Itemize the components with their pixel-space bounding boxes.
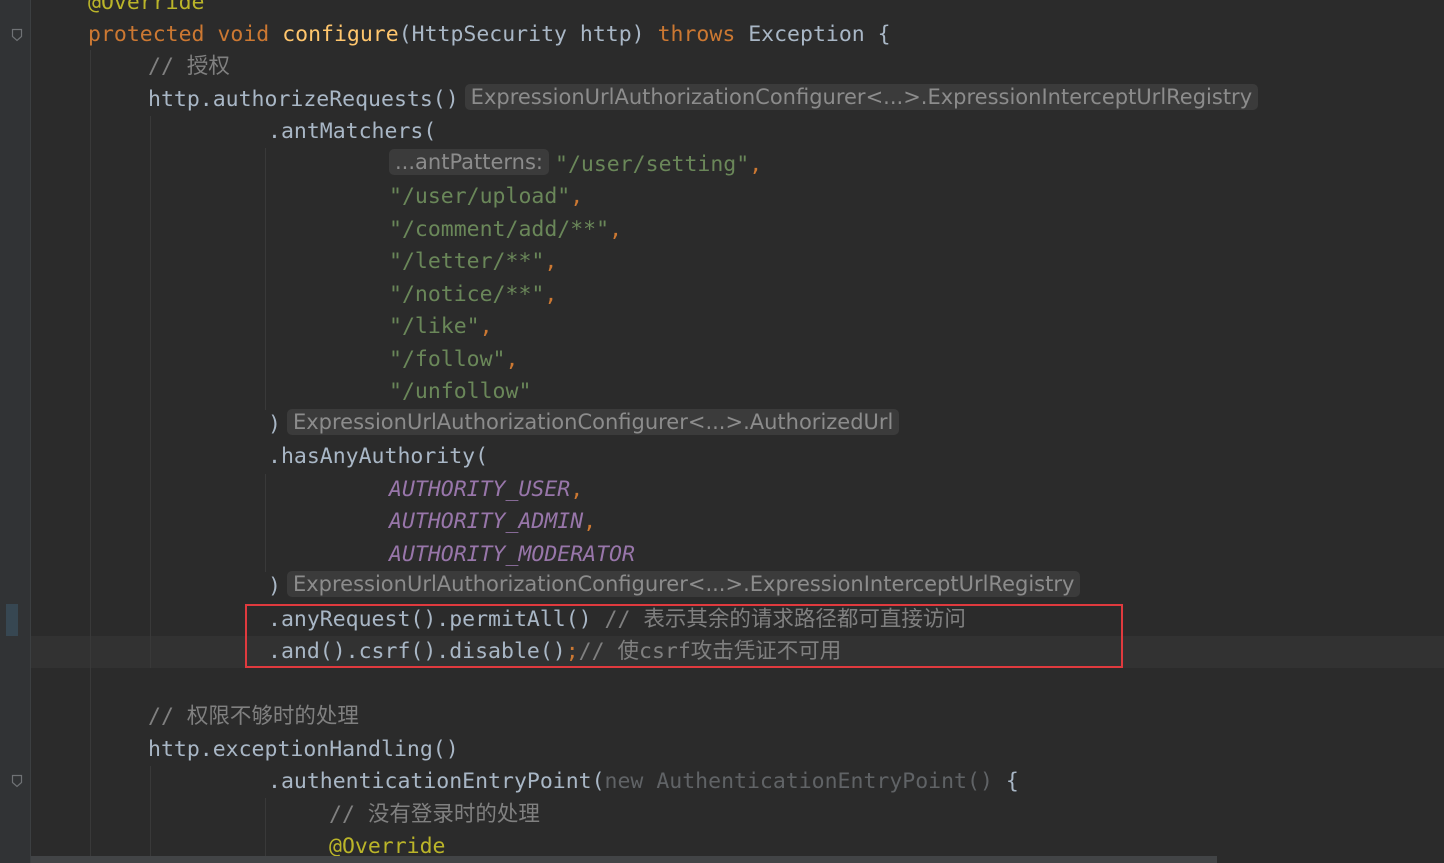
code-line-25[interactable]: .authenticationEntryPoint(new Authentica… (268, 766, 1019, 798)
string-literal: "/like" (389, 314, 480, 339)
comment-authorize: // 授权 (148, 54, 230, 79)
type-hint: ExpressionUrlAuthorizationConfigurer<...… (286, 409, 900, 435)
comma: , (749, 152, 763, 177)
indent-guide (265, 474, 266, 572)
fold-block-icon[interactable] (11, 774, 23, 788)
constant-authority-moderator: AUTHORITY_MODERATOR (389, 542, 635, 567)
code-line-19[interactable]: ) ExpressionUrlAuthorizationConfigurer<..… (268, 571, 1081, 603)
string-literal: "/user/upload" (389, 184, 571, 209)
type-hint: ExpressionUrlAuthorizationConfigurer<...… (286, 571, 1081, 597)
red-highlight-box (245, 604, 1123, 668)
indent-guide (90, 50, 91, 863)
has-any-authority-call: .hasAnyAuthority( (268, 444, 489, 469)
code-line-13[interactable]: "/unfollow" (389, 376, 531, 408)
code-line-7[interactable]: "/user/upload", (389, 181, 583, 213)
code-line-2[interactable]: protected void configure(HttpSecurity ht… (88, 19, 891, 51)
constant-authority-admin: AUTHORITY_ADMIN (389, 509, 584, 534)
keyword-void: void (217, 22, 270, 47)
comma: , (609, 217, 623, 242)
open-brace: { (992, 769, 1019, 794)
code-line-17[interactable]: AUTHORITY_ADMIN, (389, 506, 596, 538)
editor-gutter[interactable] (0, 0, 30, 863)
indent-guide (150, 766, 151, 863)
code-line-24[interactable]: http.exceptionHandling() (148, 734, 459, 766)
code-line-1[interactable]: @Override (88, 0, 205, 19)
closing-paren: ) (268, 412, 281, 437)
code-line-14[interactable]: ) ExpressionUrlAuthorizationConfigurer<..… (268, 409, 900, 441)
indent-guide (265, 148, 266, 410)
type-hint: ExpressionUrlAuthorizationConfigurer<...… (464, 84, 1259, 110)
comma: , (570, 477, 584, 502)
keyword-protected: protected (88, 22, 205, 47)
method-name-configure: configure (282, 22, 399, 47)
indent-guide (265, 798, 266, 863)
code-line-26[interactable]: // 没有登录时的处理 (329, 799, 540, 831)
code-line-3[interactable]: // 授权 (148, 51, 230, 83)
override-annotation: @Override (88, 0, 205, 15)
code-line-16[interactable]: AUTHORITY_USER, (389, 474, 583, 506)
keyword-new: new (604, 769, 644, 794)
code-line-15[interactable]: .hasAnyAuthority( (268, 441, 488, 473)
code-line-6[interactable]: ...antPatterns: "/user/setting", (389, 149, 762, 181)
authentication-entry-point-call: .authenticationEntryPoint( (268, 769, 605, 794)
horizontal-scrollbar[interactable] (31, 856, 1217, 863)
comma: , (479, 314, 493, 339)
comment-insufficient-permission: // 权限不够时的处理 (148, 704, 359, 729)
closing-paren: ) (268, 574, 281, 599)
constant-authority-user: AUTHORITY_USER (389, 477, 571, 502)
code-line-18[interactable]: AUTHORITY_MODERATOR (389, 539, 635, 571)
code-line-12[interactable]: "/follow", (389, 344, 518, 376)
comma: , (583, 509, 597, 534)
string-literal: "/notice/**" (389, 282, 545, 307)
comma: , (544, 249, 558, 274)
ant-matchers-call: .antMatchers( (268, 119, 437, 144)
anonymous-class-name: AuthenticationEntryPoint() (656, 769, 993, 794)
code-line-8[interactable]: "/comment/add/**", (389, 214, 622, 246)
fold-method-icon[interactable] (11, 28, 23, 42)
comma: , (505, 347, 519, 372)
exception-handling-call: http.exceptionHandling() (148, 737, 459, 762)
indent-guide (150, 116, 151, 668)
method-params: (HttpSecurity http) (398, 22, 645, 47)
comma: , (570, 184, 584, 209)
parameter-hint: ...antPatterns: (389, 149, 550, 175)
string-literal: "/letter/**" (389, 249, 545, 274)
authorize-requests-call: http.authorizeRequests() (148, 87, 459, 112)
code-line-4[interactable]: http.authorizeRequests() ExpressionUrlAut… (148, 84, 1259, 116)
change-marker (6, 604, 18, 636)
string-literal: "/follow" (389, 347, 506, 372)
code-line-9[interactable]: "/letter/**", (389, 246, 557, 278)
exception-type: Exception { (748, 22, 891, 47)
string-literal: "/user/setting" (555, 152, 750, 177)
comment-not-logged-in: // 没有登录时的处理 (329, 802, 540, 827)
string-literal: "/comment/add/**" (389, 217, 610, 242)
code-line-10[interactable]: "/notice/**", (389, 279, 557, 311)
comma: , (544, 282, 558, 307)
keyword-throws: throws (657, 22, 736, 47)
string-literal: "/unfollow" (389, 379, 532, 404)
gutter-separator (30, 0, 31, 863)
code-line-23[interactable]: // 权限不够时的处理 (148, 701, 359, 733)
code-line-11[interactable]: "/like", (389, 311, 493, 343)
code-line-5[interactable]: .antMatchers( (268, 116, 436, 148)
code-editor[interactable]: @Override protected void configure(HttpS… (0, 0, 1444, 863)
